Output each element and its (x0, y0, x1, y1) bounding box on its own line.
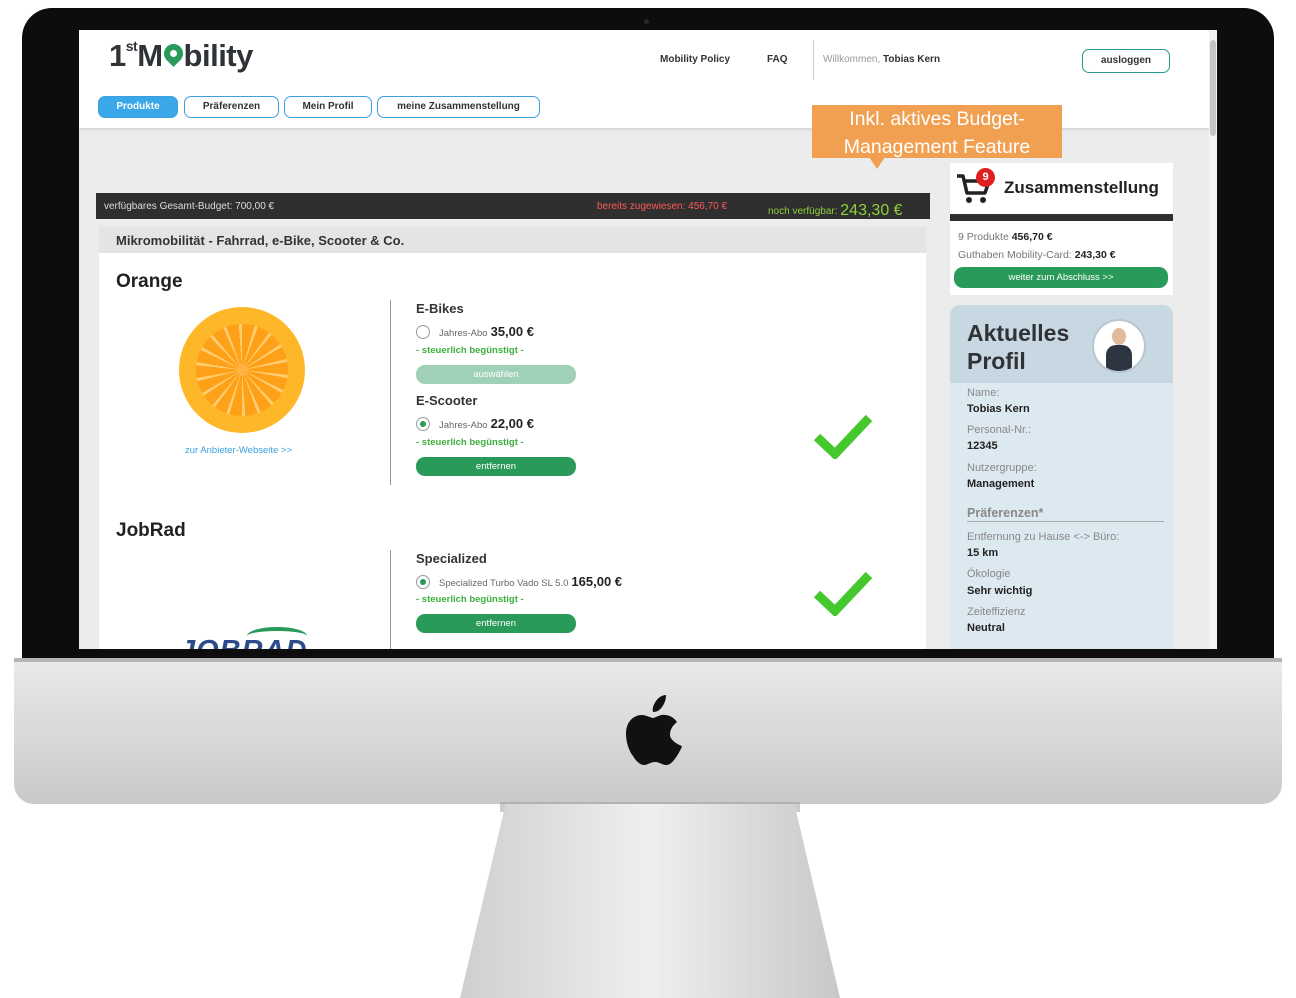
cart-summary: 9 Zusammenstellung 9 Produkte 456,70 € G… (950, 163, 1173, 295)
imac-mockup: 1stM bility Mobility Policy FAQ Willkomme… (0, 0, 1296, 998)
checkmark-icon (814, 414, 872, 459)
nav-faq[interactable]: FAQ (767, 54, 788, 65)
tax-note: - steuerlich begünstigt - (416, 594, 524, 605)
budget-bar: verfügbares Gesamt-Budget: 700,00 € bere… (96, 193, 930, 219)
screen: 1stM bility Mobility Policy FAQ Willkomme… (79, 30, 1217, 649)
scrollbar-thumb[interactable] (1210, 40, 1216, 136)
option-specialized: Specialized Turbo Vado SL 5.0 165,00 € (439, 574, 622, 589)
budget-remaining: noch verfügbar: 243,30 € (768, 201, 903, 219)
pref-value-zeiteffizienz: Neutral (967, 622, 1005, 634)
cart-products-value: 456,70 € (1011, 231, 1053, 243)
provider-divider (390, 550, 391, 649)
budget-total: verfügbares Gesamt-Budget: 700,00 € (104, 201, 275, 212)
callout-line-1: Inkl. aktives Budget- (849, 108, 1025, 130)
cart-credit-value: 243,30 € (1074, 249, 1116, 261)
profile-panel: Aktuelles Profil Name: Tobias Kern Perso… (950, 305, 1173, 649)
logo-letter: M (137, 38, 163, 73)
site-logo[interactable]: 1stM bility (109, 38, 253, 74)
option-price: 35,00 € (490, 324, 534, 339)
provider-website-link[interactable]: zur Anbieter-Webseite >> (185, 445, 292, 456)
callout-line-2: Management Feature (843, 136, 1031, 158)
tab-meine-zusammenstellung[interactable]: meine Zusammenstellung (377, 96, 540, 118)
radio-escooter-jahres-abo[interactable] (416, 417, 430, 431)
location-pin-icon (159, 40, 187, 67)
product-title-ebikes: E-Bikes (416, 301, 464, 316)
callout-pointer (869, 157, 885, 169)
welcome-message: Willkommen, Tobias Kern (823, 54, 940, 65)
cart-divider (950, 214, 1173, 221)
avatar-head (1112, 328, 1126, 345)
cart-products-line: 9 Produkte 456,70 € (958, 231, 1053, 243)
logout-button[interactable]: ausloggen (1082, 49, 1170, 73)
avatar (1092, 319, 1146, 373)
product-list: Mikromobilität - Fahrrad, e-Bike, Scoote… (99, 227, 926, 649)
cart-products-label: 9 Produkte (958, 231, 1009, 243)
profile-label-name: Name: (967, 387, 1000, 399)
welcome-user-name: Tobias Kern (883, 54, 941, 65)
pref-label-distance: Entfernung zu Hause <-> Büro: (967, 531, 1120, 543)
cart-count-badge: 9 (976, 168, 995, 187)
welcome-prefix: Willkommen, (823, 54, 881, 65)
option-label: Jahres-Abo (439, 420, 488, 431)
remove-specialized-button[interactable]: entfernen (416, 614, 576, 633)
tab-praeferenzen[interactable]: Präferenzen (184, 96, 279, 118)
page-scrollbar[interactable] (1209, 30, 1217, 649)
logo-number: 1 (109, 38, 126, 73)
budget-remaining-value: 243,30 € (840, 202, 903, 219)
option-label: Specialized Turbo Vado SL 5.0 (439, 578, 569, 589)
tab-produkte[interactable]: Produkte (98, 96, 178, 118)
option-ebikes: Jahres-Abo 35,00 € (439, 324, 534, 339)
checkmark-icon (814, 571, 872, 616)
provider-name-orange: Orange (116, 271, 183, 292)
profile-value-nutzergruppe: Management (967, 478, 1035, 490)
pref-value-oekologie: Sehr wichtig (967, 585, 1033, 597)
pref-label-zeiteffizienz: Zeiteffizienz (967, 606, 1026, 618)
budget-remaining-label: noch verfügbar: (768, 206, 838, 217)
logo-text: bility (183, 38, 254, 73)
product-title-specialized: Specialized (416, 551, 487, 566)
option-price: 165,00 € (571, 574, 623, 589)
budget-assigned: bereits zugewiesen: 456,70 € (597, 201, 728, 212)
nav-mobility-policy[interactable]: Mobility Policy (660, 54, 730, 65)
remove-escooter-button[interactable]: entfernen (416, 457, 576, 476)
profile-title: Aktuelles Profil (967, 320, 1070, 374)
pref-label-oekologie: Ökologie (967, 568, 1011, 580)
jobrad-logo: JOBRAD (179, 635, 307, 649)
pref-value-distance: 15 km (967, 547, 999, 559)
tax-note: - steuerlich begünstigt - (416, 345, 524, 356)
radio-ebikes-jahres-abo[interactable] (416, 325, 430, 339)
header-divider (813, 40, 814, 80)
preferences-heading: Präferenzen* (967, 506, 1164, 522)
option-price: 22,00 € (490, 416, 534, 431)
camera-dot (644, 19, 649, 24)
tax-note: - steuerlich begünstigt - (416, 437, 524, 448)
cart-title: Zusammenstellung (1004, 178, 1159, 197)
category-header: Mikromobilität - Fahrrad, e-Bike, Scoote… (99, 227, 926, 253)
radio-specialized-turbo-vado[interactable] (416, 575, 430, 589)
profile-label-personal-nr: Personal-Nr.: (967, 424, 1032, 436)
option-escooter: Jahres-Abo 22,00 € (439, 416, 534, 431)
select-ebikes-button[interactable]: auswählen (416, 365, 576, 384)
orange-logo-image (179, 307, 305, 433)
monitor-stand (460, 804, 840, 998)
cart-credit-label: Guthaben Mobility-Card: (958, 249, 1072, 261)
profile-header: Aktuelles Profil (950, 305, 1173, 383)
budget-feature-callout: Inkl. aktives Budget- Management Feature (812, 105, 1062, 158)
option-label: Jahres-Abo (439, 328, 488, 339)
cart-credit-line: Guthaben Mobility-Card: 243,30 € (958, 249, 1116, 261)
avatar-body (1106, 345, 1132, 371)
provider-name-jobrad: JobRad (116, 520, 186, 541)
apple-logo-icon (626, 695, 682, 765)
tab-mein-profil[interactable]: Mein Profil (284, 96, 372, 118)
profile-value-name: Tobias Kern (967, 403, 1030, 415)
logo-superscript: st (125, 37, 138, 54)
provider-divider (390, 300, 391, 485)
profile-value-personal-nr: 12345 (967, 440, 998, 452)
checkout-button[interactable]: weiter zum Abschluss >> (954, 267, 1168, 288)
product-title-escooter: E-Scooter (416, 393, 478, 408)
profile-label-nutzergruppe: Nutzergruppe: (967, 462, 1037, 474)
